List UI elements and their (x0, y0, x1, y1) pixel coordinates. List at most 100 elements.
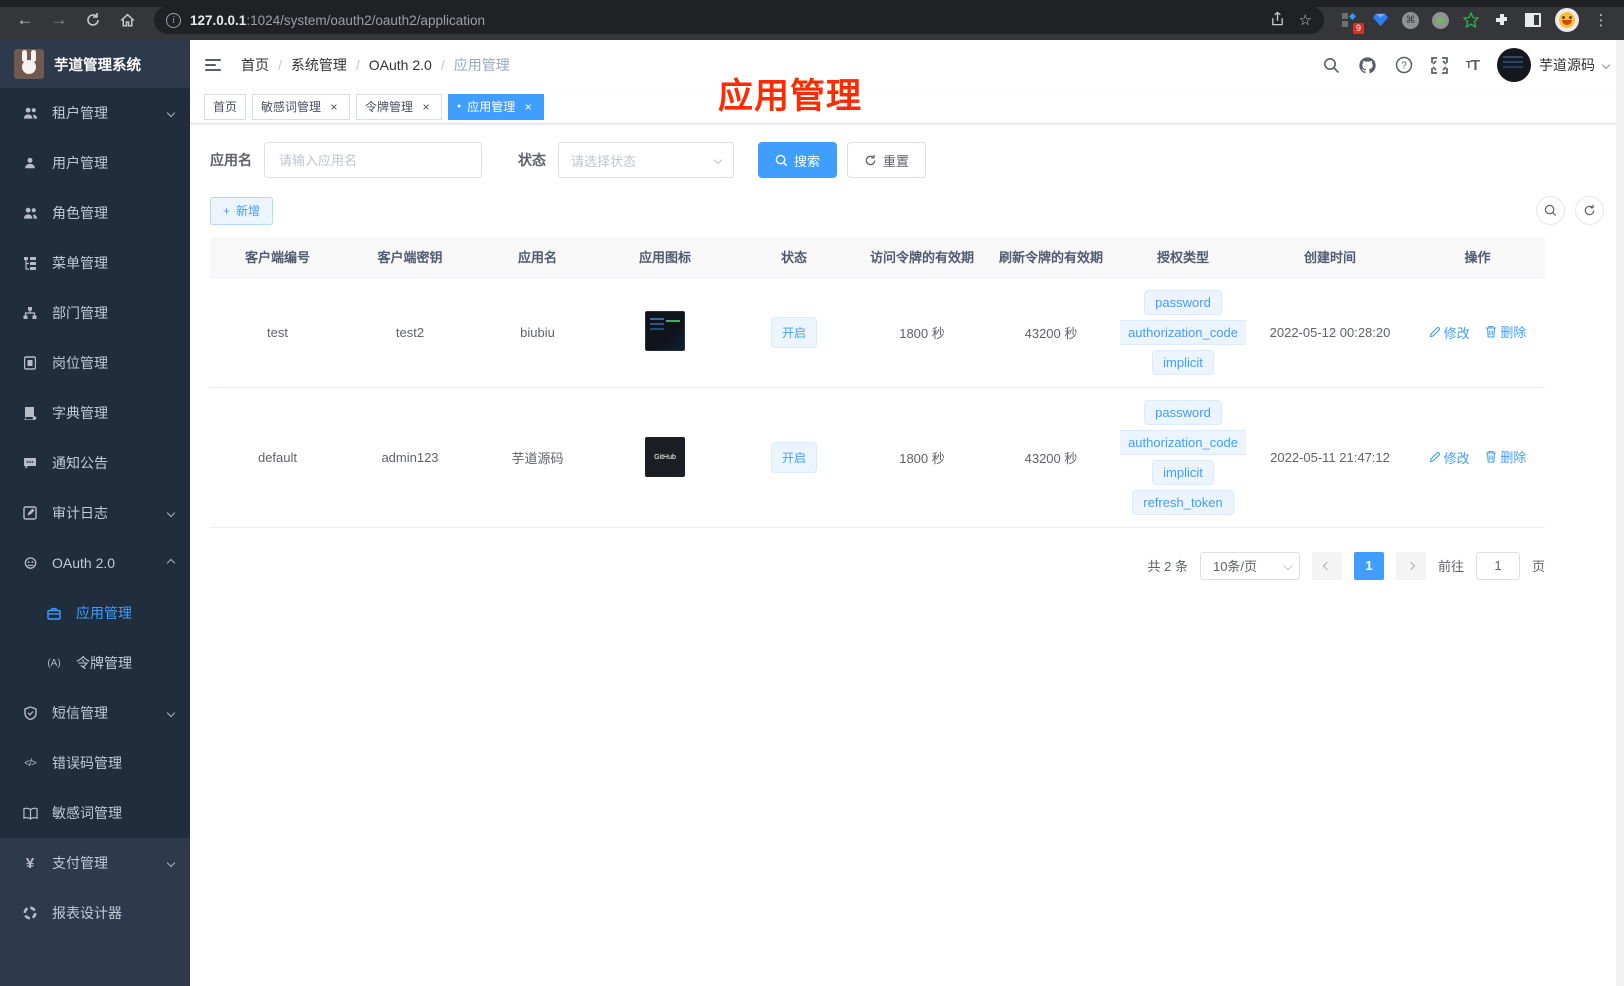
edit-label: 修改 (1443, 325, 1470, 341)
sidebar-item-label: 通知公告 (52, 455, 108, 471)
sidebar-item-post[interactable]: 岗位管理 (0, 338, 190, 388)
edit-button[interactable]: 修改 (1429, 323, 1470, 342)
cell-grant-types: password authorization_code implicit (1116, 276, 1250, 388)
search-button[interactable]: 搜索 (758, 142, 838, 178)
window-scrollbar[interactable] (1616, 40, 1624, 986)
app-logo[interactable]: 芋道管理系统 (0, 40, 190, 88)
sidebar-item-dept[interactable]: 部门管理 (0, 288, 190, 338)
delete-button[interactable]: 删除 (1485, 447, 1526, 466)
gem-extension-icon[interactable] (1371, 11, 1389, 29)
extension-grid-icon[interactable]: 9 (1340, 11, 1364, 34)
tab-token[interactable]: 令牌管理 × (356, 93, 443, 120)
close-icon[interactable]: × (419, 100, 433, 114)
url-path: :1024/system/oauth2/oauth2/application (246, 12, 485, 28)
browser-reload-icon[interactable] (78, 5, 108, 35)
delete-button[interactable]: 删除 (1485, 322, 1526, 341)
sidebar-item-pay[interactable]: ¥ 支付管理 (0, 838, 190, 888)
sidebar-item-label: OAuth 2.0 (52, 555, 116, 571)
sidebar-item-error-code[interactable]: </> 错误码管理 (0, 738, 190, 788)
edit-label: 修改 (1443, 450, 1470, 466)
cell-refresh-ttl: 43200 秒 (986, 387, 1116, 528)
tab-sensitive-word[interactable]: 敏感词管理 × (252, 93, 351, 120)
sidebar-item-report-designer[interactable]: 报表设计器 (0, 888, 190, 938)
tab-home[interactable]: 首页 (204, 93, 247, 120)
add-button[interactable]: + 新增 (210, 196, 274, 225)
close-icon[interactable]: × (521, 100, 535, 114)
goto-page-input[interactable] (1475, 551, 1520, 580)
prev-page-button[interactable] (1311, 551, 1342, 580)
status-label: 状态 (518, 152, 546, 168)
table-row: default admin123 芋道源码 GitHub 开启 1800 秒 4… (210, 387, 1545, 528)
sidebar-item-oauth2-token[interactable]: (A) 令牌管理 (0, 638, 190, 688)
sidebar-item-oauth2[interactable]: OAuth 2.0 (0, 538, 190, 588)
command-extension-icon[interactable]: ⌘ (1402, 11, 1419, 29)
close-icon[interactable]: × (327, 100, 341, 114)
sidebar-item-label: 审计日志 (52, 505, 108, 521)
cell-app-name: biubiu (475, 276, 600, 388)
sidebar-item-menu[interactable]: 菜单管理 (0, 238, 190, 288)
site-info-icon[interactable]: i (166, 12, 181, 28)
bookmark-star-icon[interactable]: ☆ (1299, 11, 1312, 29)
sidebar-item-user[interactable]: 用户管理 (0, 138, 190, 188)
side-panel-icon[interactable] (1524, 11, 1542, 29)
tab-application[interactable]: ● 应用管理 × (448, 93, 545, 120)
toggle-search-button[interactable] (1536, 196, 1565, 225)
browser-forward-icon[interactable]: → (44, 5, 74, 35)
collapse-sidebar-icon[interactable] (205, 55, 225, 75)
next-page-button[interactable] (1395, 551, 1426, 580)
fullscreen-icon[interactable] (1430, 56, 1448, 74)
grant-type-tag: implicit (1152, 349, 1214, 375)
sidebar-item-dict[interactable]: 字典管理 (0, 388, 190, 438)
address-bar[interactable]: i 127.0.0.1:1024/system/oauth2/oauth2/ap… (154, 6, 1324, 34)
dictionary-icon (22, 406, 38, 420)
sidebar-item-role[interactable]: 角色管理 (0, 188, 190, 238)
browser-menu-kebab-icon[interactable]: ⋮ (1592, 11, 1610, 29)
breadcrumb-home[interactable]: 首页 (241, 55, 269, 75)
search-icon[interactable] (1323, 57, 1340, 74)
browser-back-icon[interactable]: ← (10, 5, 40, 35)
record-extension-icon[interactable] (1432, 11, 1449, 29)
browser-profile-avatar[interactable] (1555, 8, 1579, 32)
user-menu[interactable]: 芋道源码 (1497, 48, 1611, 82)
app-title: 芋道管理系统 (54, 57, 141, 74)
github-icon[interactable] (1358, 56, 1377, 75)
breadcrumb-separator: / (278, 57, 282, 73)
status-select[interactable]: 请选择状态 (558, 142, 734, 178)
logo-rabbit-icon (14, 49, 44, 79)
breadcrumb-system[interactable]: 系统管理 (291, 55, 347, 75)
sidebar-item-audit-log[interactable]: 审计日志 (0, 488, 190, 538)
refresh-table-button[interactable] (1575, 196, 1604, 225)
col-access-ttl: 访问令牌的有效期 (858, 237, 986, 277)
breadcrumb-oauth2[interactable]: OAuth 2.0 (369, 57, 432, 73)
reset-button[interactable]: 重置 (847, 142, 927, 178)
edit-button[interactable]: 修改 (1429, 448, 1470, 467)
chevron-up-icon (166, 558, 176, 568)
sidebar-item-tenant[interactable]: 租户管理 (0, 88, 190, 138)
sidebar-item-sms[interactable]: 短信管理 (0, 688, 190, 738)
page-number-1[interactable]: 1 (1353, 551, 1384, 580)
sidebar-filler (0, 938, 190, 986)
col-status: 状态 (730, 237, 858, 277)
page-size-select[interactable]: 10条/页 (1199, 551, 1300, 580)
sidebar-item-sensitive-word[interactable]: 敏感词管理 (0, 788, 190, 838)
sidebar-item-notice[interactable]: 通知公告 (0, 438, 190, 488)
puzzle-extensions-icon[interactable] (1493, 11, 1511, 29)
sidebar-item-oauth2-application[interactable]: 应用管理 (0, 588, 190, 638)
token-signal-icon: (A) (47, 657, 61, 669)
app-github-image: GitHub (645, 437, 685, 477)
chevron-down-icon (166, 858, 176, 868)
cell-grant-types: password authorization_code implicit ref… (1116, 387, 1250, 528)
sidebar-item-label: 报表设计器 (52, 905, 122, 921)
share-icon[interactable] (1270, 11, 1285, 29)
table-toolbar: + 新增 (210, 196, 1604, 225)
font-size-icon[interactable]: TT (1466, 57, 1480, 74)
cell-secret: admin123 (345, 387, 475, 528)
help-icon[interactable]: ? (1395, 56, 1413, 74)
cell-status: 开启 (730, 387, 858, 528)
app-name-input[interactable] (264, 142, 482, 178)
browser-home-icon[interactable] (112, 5, 142, 35)
delete-label: 删除 (1500, 325, 1527, 341)
chevron-down-icon (713, 155, 723, 165)
segmented-circle-icon (22, 906, 38, 920)
green-star-extension-icon[interactable] (1462, 11, 1480, 29)
